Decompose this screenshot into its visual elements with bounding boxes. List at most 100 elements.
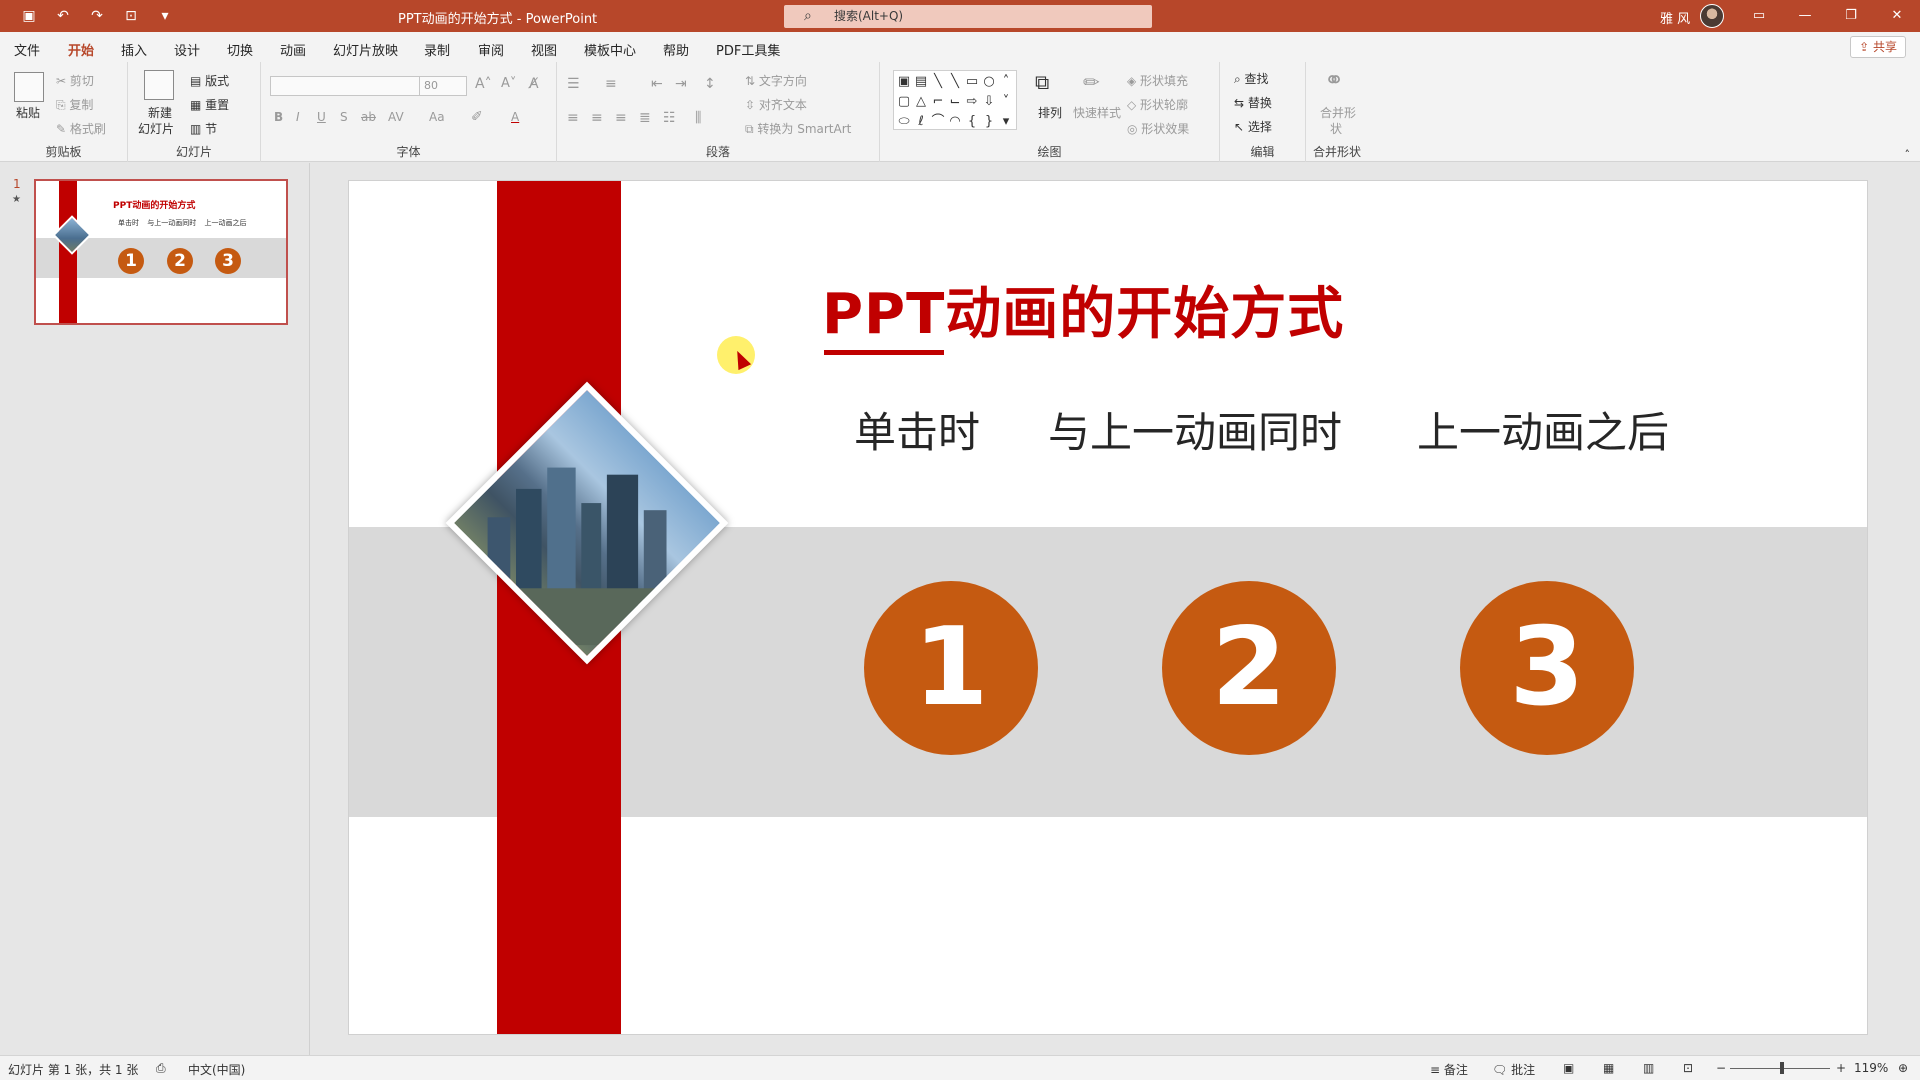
tab-animations[interactable]: 动画 (280, 40, 306, 59)
shape-effects-button[interactable]: ◎ 形状效果 (1127, 120, 1189, 137)
user-name[interactable]: 雅 风 (1660, 8, 1690, 27)
slide-thumbnail[interactable]: PPT动画的开始方式 单击时 与上一动画同时 上一动画之后 1 2 3 (34, 179, 288, 325)
align-right-icon[interactable]: ≡ (615, 110, 627, 126)
brace-right-shape-icon[interactable]: } (981, 112, 997, 131)
tab-view[interactable]: 视图 (531, 40, 557, 59)
tab-template-center[interactable]: 模板中心 (584, 40, 636, 59)
merge-shapes-button[interactable]: 合并形 (1320, 104, 1356, 121)
align-center-icon[interactable]: ≡ (591, 110, 603, 126)
char-spacing-icon[interactable]: AV (388, 110, 404, 124)
columns-icon[interactable]: ⫼ (695, 110, 701, 126)
customize-icon[interactable]: ▾ (154, 6, 176, 26)
city-image-frame[interactable] (445, 381, 729, 665)
tab-slideshow[interactable]: 幻灯片放映 (333, 40, 398, 59)
avatar[interactable] (1700, 4, 1724, 28)
triangle-shape-icon[interactable]: △ (913, 92, 929, 111)
tab-help[interactable]: 帮助 (663, 40, 689, 59)
font-color-icon[interactable]: A (511, 110, 519, 124)
justify-icon[interactable]: ≣ (639, 110, 651, 126)
normal-view-icon[interactable]: ▣ (1563, 1061, 1574, 1075)
rectangle-shape-icon[interactable]: ▭ (964, 72, 980, 91)
new-slide-button-line2[interactable]: 幻灯片 (138, 120, 174, 137)
restore-icon[interactable]: ❐ (1828, 0, 1874, 32)
bullets-icon[interactable]: ☰ (567, 76, 580, 92)
shapes-gallery[interactable]: ▣ ▤ ╲ ╲ ▭ ○ ˄ ▢ △ ⌐ ⌙ ⇨ ⇩ ˅ ⬭ ℓ ⌒ ◠{} ▾ (893, 70, 1017, 130)
vertical-textbox-shape-icon[interactable]: ▤ (913, 72, 929, 91)
font-size-select[interactable]: 80 (419, 76, 467, 96)
zoom-slider-thumb[interactable] (1780, 1062, 1784, 1074)
tab-insert[interactable]: 插入 (121, 40, 147, 59)
connector-shape-icon[interactable]: ⌐ (930, 92, 946, 111)
new-slide-button[interactable]: 新建 (148, 104, 172, 121)
share-button[interactable]: ⇪ 共享 (1850, 36, 1906, 58)
arrange-icon[interactable]: ⧉ (1035, 70, 1049, 94)
new-slide-icon[interactable] (144, 70, 174, 100)
merge-shapes-button-line2[interactable]: 状 (1330, 120, 1342, 137)
layout-button[interactable]: ▤ 版式 (190, 72, 229, 89)
tab-record[interactable]: 录制 (424, 40, 450, 59)
notes-button[interactable]: ≡ 备注 (1430, 1061, 1468, 1078)
arc-shape-icon[interactable]: ◠ (947, 112, 963, 131)
clear-format-icon[interactable]: A̸ (529, 76, 539, 92)
save-icon[interactable]: ▣ (18, 6, 40, 26)
quick-styles-icon[interactable]: ✏ (1083, 70, 1100, 94)
arrow-shape-icon[interactable]: ⇨ (964, 92, 980, 111)
line-shape-icon[interactable]: ╲ (930, 72, 946, 91)
gallery-more-icon[interactable]: ▾ (998, 112, 1014, 131)
accessibility-icon[interactable]: ⎙ (156, 1061, 166, 1076)
oval-shape-icon[interactable]: ○ (981, 72, 997, 91)
number-circle-3[interactable]: 3 (1460, 581, 1634, 755)
number-circle-2[interactable]: 2 (1162, 581, 1336, 755)
shadow-icon[interactable]: S (340, 110, 348, 124)
distribute-icon[interactable]: ☷ (663, 110, 676, 126)
format-painter-button[interactable]: ✎ 格式刷 (56, 120, 106, 137)
tab-review[interactable]: 审阅 (478, 40, 504, 59)
numbering-icon[interactable]: ≡ (605, 76, 617, 92)
textbox-shape-icon[interactable]: ▣ (896, 72, 912, 91)
text-direction-button[interactable]: ⇅ 文字方向 (745, 72, 807, 89)
decrease-font-icon[interactable]: A˅ (501, 76, 516, 91)
align-text-button[interactable]: ⇳ 对齐文本 (745, 96, 807, 113)
slideshow-view-icon[interactable]: ⊡ (1683, 1061, 1693, 1075)
quick-styles-button[interactable]: 快速样式 (1073, 104, 1121, 121)
brace-left-shape-icon[interactable]: { (964, 112, 980, 131)
reset-button[interactable]: ▦ 重置 (190, 96, 229, 113)
zoom-out-icon[interactable]: − (1716, 1061, 1726, 1075)
section-button[interactable]: ▥ 节 (190, 120, 217, 137)
ribbon-display-icon[interactable]: ▭ (1736, 0, 1782, 32)
elbow-shape-icon[interactable]: ⌙ (947, 92, 963, 111)
gallery-up-icon[interactable]: ˄ (998, 72, 1014, 91)
paste-icon[interactable] (14, 72, 44, 102)
line2-shape-icon[interactable]: ╲ (947, 72, 963, 91)
arrange-button[interactable]: 排列 (1038, 104, 1062, 121)
italic-icon[interactable]: I (296, 110, 300, 124)
tab-pdf-tools[interactable]: PDF工具集 (716, 40, 780, 59)
undo-icon[interactable]: ↶ (52, 6, 74, 26)
down-arrow-shape-icon[interactable]: ⇩ (981, 92, 997, 111)
increase-indent-icon[interactable]: ⇥ (675, 76, 687, 92)
slide-sorter-icon[interactable]: ▦ (1603, 1061, 1614, 1075)
tab-transitions[interactable]: 切换 (227, 40, 253, 59)
flowchart-shape-icon[interactable]: ⬭ (896, 112, 912, 131)
line-spacing-icon[interactable]: ↕ (704, 76, 716, 92)
tab-file[interactable]: 文件 (14, 40, 40, 59)
select-button[interactable]: ↖ 选择 (1234, 118, 1272, 135)
fit-to-window-icon[interactable]: ⊕ (1898, 1061, 1908, 1075)
find-button[interactable]: ⌕ 查找 (1234, 70, 1269, 87)
copy-button[interactable]: ⎘ 复制 (56, 96, 93, 113)
strikethrough-icon[interactable]: ab (361, 110, 376, 124)
curve-shape-icon[interactable]: ⌒ (930, 112, 946, 131)
rounded-rect-shape-icon[interactable]: ▢ (896, 92, 912, 111)
reading-view-icon[interactable]: ▥ (1643, 1061, 1654, 1075)
freeform-shape-icon[interactable]: ℓ (913, 112, 929, 131)
increase-font-icon[interactable]: A˄ (475, 76, 492, 92)
replace-button[interactable]: ⇆ 替换 (1234, 94, 1272, 111)
slide-title[interactable]: PPT动画的开始方式 (822, 269, 1344, 350)
highlight-icon[interactable]: ✐ (471, 109, 483, 125)
minimize-icon[interactable]: — (1782, 0, 1828, 32)
shape-outline-button[interactable]: ◇ 形状轮廓 (1127, 96, 1188, 113)
zoom-level[interactable]: 119% (1854, 1061, 1888, 1075)
slide-canvas[interactable]: PPT动画的开始方式 单击时 与上一动画同时 上一动画之后 1 2 3 (348, 180, 1868, 1035)
zoom-in-icon[interactable]: + (1836, 1061, 1846, 1075)
font-family-select[interactable] (270, 76, 422, 96)
